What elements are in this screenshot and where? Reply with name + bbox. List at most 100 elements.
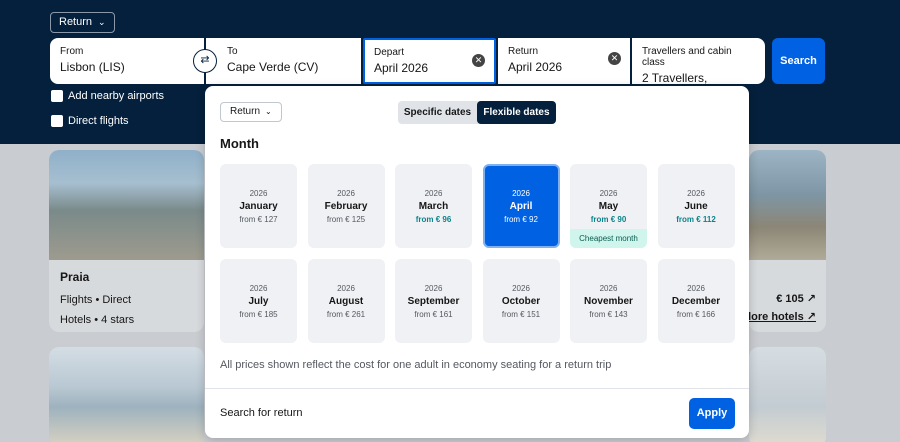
- month-year: 2026: [424, 284, 443, 293]
- search-for-return-label: Search for return: [220, 407, 303, 419]
- checkbox-icon[interactable]: [51, 90, 63, 103]
- month-name: July: [248, 296, 269, 307]
- destination-card-praia[interactable]: Praia Flights • Direct Hotels • 4 stars: [49, 150, 204, 332]
- month-card-october[interactable]: 2026 October from € 151: [482, 259, 560, 343]
- month-year: 2026: [512, 189, 530, 198]
- cheapest-month-badge: Cheapest month: [570, 229, 647, 248]
- return-value: April 2026: [508, 60, 563, 74]
- month-price: from € 90: [590, 215, 627, 224]
- nearby-airports-label: Add nearby airports: [68, 90, 164, 103]
- flights-info: Flights • Direct: [60, 294, 132, 306]
- month-price: from € 96: [415, 215, 452, 224]
- month-year: 2026: [249, 284, 268, 293]
- explore-hotels-link[interactable]: Explore hotels ↗: [749, 310, 816, 323]
- month-year: 2026: [687, 284, 705, 293]
- hotels-info: Hotels • 4 stars: [60, 314, 135, 326]
- destination-image: [749, 150, 826, 260]
- to-label: To: [227, 46, 238, 57]
- month-name: April: [509, 201, 533, 212]
- checkbox-icon[interactable]: [51, 115, 63, 128]
- month-price: from € 125: [326, 215, 366, 224]
- flight-price-link[interactable]: € 105 ↗: [776, 292, 816, 305]
- specific-dates-tab[interactable]: Specific dates: [398, 101, 477, 124]
- month-name: August: [328, 296, 364, 307]
- search-button[interactable]: Search: [772, 38, 825, 84]
- destination-card-right[interactable]: € 105 ↗ Explore hotels ↗: [749, 150, 826, 332]
- depart-field[interactable]: Depart April 2026 ✕: [363, 38, 496, 84]
- to-field[interactable]: To Cape Verde (CV): [206, 38, 361, 84]
- external-link-icon: ↗: [806, 311, 816, 323]
- month-price: from € 112: [676, 215, 716, 224]
- month-price: from € 166: [676, 310, 716, 319]
- month-name: December: [671, 296, 721, 307]
- destination-card-lower-right[interactable]: [749, 347, 826, 442]
- clear-depart-icon[interactable]: ✕: [472, 54, 485, 67]
- external-link-icon: ↗: [806, 293, 816, 305]
- month-price: from € 261: [326, 310, 366, 319]
- month-name: June: [684, 201, 708, 212]
- month-year: 2026: [249, 189, 268, 198]
- month-card-november[interactable]: 2026 November from € 143: [570, 259, 647, 343]
- swap-icon[interactable]: ⇄: [193, 49, 217, 73]
- month-card-december[interactable]: 2026 December from € 166: [657, 259, 735, 343]
- return-field[interactable]: Return April 2026 ✕: [498, 38, 630, 84]
- chevron-down-icon: ⌄: [98, 17, 106, 27]
- month-card-february[interactable]: 2026 February from € 125: [307, 164, 385, 248]
- month-price: from € 127: [239, 215, 278, 224]
- travellers-label: Travellers and cabin class: [642, 46, 732, 68]
- month-name: May: [598, 201, 619, 212]
- chevron-down-icon: ⌄: [265, 107, 272, 116]
- destination-title: Praia: [60, 270, 90, 284]
- trip-type-select[interactable]: Return ⌄: [50, 12, 115, 33]
- destination-image: [49, 150, 204, 260]
- flight-price: € 105: [776, 293, 804, 305]
- from-value: Lisbon (LIS): [60, 60, 125, 74]
- month-year: 2026: [337, 189, 355, 198]
- month-year: 2026: [599, 189, 618, 198]
- price-note: All prices shown reflect the cost for on…: [220, 359, 612, 371]
- month-card-january[interactable]: 2026 January from € 127: [220, 164, 297, 248]
- clear-return-icon[interactable]: ✕: [608, 52, 621, 65]
- flexible-dates-tab[interactable]: Flexible dates: [477, 101, 556, 124]
- return-label: Return: [508, 46, 539, 57]
- from-field[interactable]: From Lisbon (LIS): [50, 38, 204, 84]
- month-price: from € 151: [501, 310, 541, 319]
- popover-trip-type-value: Return: [230, 106, 261, 117]
- apply-button[interactable]: Apply: [689, 398, 735, 429]
- month-name: March: [418, 201, 449, 212]
- month-year: 2026: [512, 284, 530, 293]
- destination-card-lower-left[interactable]: [49, 347, 204, 442]
- month-card-april[interactable]: 2026 April from € 92: [482, 164, 560, 248]
- month-name: February: [324, 201, 368, 212]
- month-year: 2026: [599, 284, 618, 293]
- month-price: from € 143: [589, 310, 628, 319]
- month-card-may[interactable]: 2026 May from € 90 Cheapest month: [570, 164, 647, 248]
- month-year: 2026: [424, 189, 443, 198]
- month-card-july[interactable]: 2026 July from € 185: [220, 259, 297, 343]
- month-name: November: [584, 296, 633, 307]
- trip-type-value: Return: [59, 16, 93, 28]
- nearby-airports-checkbox[interactable]: Add nearby airports: [51, 90, 164, 104]
- month-price: from € 161: [414, 310, 453, 319]
- explore-hotels-label: Explore hotels: [749, 311, 804, 323]
- travellers-field[interactable]: Travellers and cabin class 2 Travellers,…: [632, 38, 765, 99]
- divider: [205, 388, 749, 389]
- to-value: Cape Verde (CV): [227, 60, 319, 74]
- month-price: from € 92: [504, 215, 538, 224]
- month-year: 2026: [337, 284, 355, 293]
- popover-trip-type-select[interactable]: Return ⌄: [220, 102, 282, 122]
- depart-value: April 2026: [374, 61, 429, 75]
- month-card-august[interactable]: 2026 August from € 261: [307, 259, 385, 343]
- date-mode-toggle: Specific dates Flexible dates: [398, 101, 556, 124]
- month-year: 2026: [687, 189, 705, 198]
- from-label: From: [60, 46, 84, 57]
- month-picker-popover: Return ⌄ Specific dates Flexible dates Mo…: [205, 86, 749, 438]
- month-card-june[interactable]: 2026 June from € 112: [657, 164, 735, 248]
- month-card-march[interactable]: 2026 March from € 96: [395, 164, 472, 248]
- month-price: from € 185: [239, 310, 278, 319]
- depart-label: Depart: [374, 47, 405, 58]
- month-heading: Month: [220, 136, 259, 151]
- month-card-september[interactable]: 2026 September from € 161: [395, 259, 472, 343]
- direct-flights-checkbox[interactable]: Direct flights: [51, 115, 129, 129]
- month-name: September: [407, 296, 460, 307]
